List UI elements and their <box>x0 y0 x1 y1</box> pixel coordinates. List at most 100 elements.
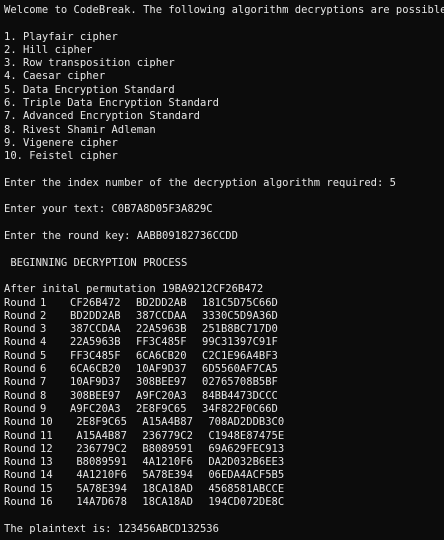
menu-item: 6. Triple Data Encryption Standard <box>4 97 219 110</box>
round-right-value: A9FC20A3 <box>136 389 187 402</box>
round-row: Round 14 4A1210F6 5A78E394 06EDA4ACF5B5 <box>4 469 444 482</box>
round-row: Round 12 236779C2 B8089591 69A629FEC913 <box>4 443 444 456</box>
round-row: Round 1 CF26B472 BD2DD2AB 181C5D75C66D <box>4 297 444 310</box>
round-number: 16 <box>40 495 53 508</box>
round-key-value: C1948E87475E <box>202 429 285 442</box>
round-right-value: 5A78E394 <box>136 469 193 482</box>
welcome-line: Welcome to CodeBreak. The following algo… <box>4 4 444 16</box>
algorithm-menu: 1. Playfair cipher 2. Hill cipher 3. Row… <box>4 31 444 164</box>
round-right-value: 6CA6CB20 <box>136 349 187 362</box>
round-label: Round <box>4 296 36 309</box>
round-right-value: BD2DD2AB <box>136 296 187 309</box>
round-key-value: 708AD2DDB3C0 <box>202 416 285 429</box>
round-right-value: B8089591 <box>136 442 193 455</box>
process-header: BEGINNING DECRYPTION PROCESS <box>4 256 188 269</box>
round-left-value: 387CCDAA <box>70 323 121 336</box>
round-label: Round <box>4 482 36 495</box>
round-number: 1 <box>40 296 47 309</box>
round-label: Round <box>4 349 36 362</box>
round-key-value: 6D5560AF7CA5 <box>202 363 278 376</box>
round-label: Round <box>4 456 36 469</box>
round-row: Round 7 10AF9D37 308BEE97 02765708B5BF <box>4 376 444 389</box>
menu-item: 1. Playfair cipher <box>4 30 118 43</box>
round-right-value: 10AF9D37 <box>136 363 187 376</box>
round-key-value: 84BB4473DCCC <box>202 389 278 402</box>
round-key-value: 06EDA4ACF5B5 <box>202 469 285 482</box>
menu-item: 4. Caesar cipher <box>4 70 106 83</box>
round-left-value: 5A78E394 <box>70 482 127 495</box>
round-number: 12 <box>40 442 53 455</box>
round-left-value: 308BEE97 <box>70 389 121 402</box>
round-row: Round 4 22A5963B FF3C485F 99C31397C91F <box>4 336 444 349</box>
round-row: Round 11 A15A4B87 236779C2 C1948E87475E <box>4 430 444 443</box>
round-number: 4 <box>40 336 47 349</box>
round-label: Round <box>4 469 36 482</box>
round-number: 11 <box>40 429 53 442</box>
menu-item: 8. Rivest Shamir Adleman <box>4 123 156 136</box>
round-key-value: 3330C5D9A36D <box>202 309 278 322</box>
round-row: Round 3 387CCDAA 22A5963B 251B8BC717D0 <box>4 323 444 336</box>
round-row: Round 8 308BEE97 A9FC20A3 84BB4473DCCC <box>4 390 444 403</box>
menu-item: 9. Vigenere cipher <box>4 136 118 149</box>
round-key-value: 02765708B5BF <box>202 376 278 389</box>
rounds-output: Round 1 CF26B472 BD2DD2AB 181C5D75C66D Round 2… <box>4 297 444 510</box>
round-row: Round 9 A9FC20A3 2E8F9C65 34F822F0C66D <box>4 403 444 416</box>
text-prompt: Enter your text: C0B7A8D05F3A829C <box>4 203 213 216</box>
round-left-value: CF26B472 <box>70 296 121 309</box>
menu-item: 2. Hill cipher <box>4 43 93 56</box>
round-right-value: FF3C485F <box>136 336 187 349</box>
round-right-value: A15A4B87 <box>136 416 193 429</box>
round-left-value: 6CA6CB20 <box>70 363 121 376</box>
round-left-value: B8089591 <box>70 456 127 469</box>
round-label: Round <box>4 309 36 322</box>
round-row: Round 15 5A78E394 18CA18AD 4568581ABCCE <box>4 483 444 496</box>
round-row: Round 10 2E8F9C65 A15A4B87 708AD2DDB3C0 <box>4 416 444 429</box>
round-number: 14 <box>40 469 53 482</box>
round-label: Round <box>4 323 36 336</box>
plaintext-line: The plaintext is: 123456ABCD132536 <box>4 522 219 535</box>
round-label: Round <box>4 402 36 415</box>
round-number: 6 <box>40 363 47 376</box>
round-label: Round <box>4 416 36 429</box>
round-row: Round 5 FF3C485F 6CA6CB20 C2C1E96A4BF3 <box>4 350 444 363</box>
round-key-value: 181C5D75C66D <box>202 296 278 309</box>
round-row: Round 13 B8089591 4A1210F6 DA2D032B6EE3 <box>4 456 444 469</box>
round-right-value: 18CA18AD <box>136 495 193 508</box>
round-right-value: 387CCDAA <box>136 309 187 322</box>
round-left-value: 2E8F9C65 <box>70 416 127 429</box>
round-label: Round <box>4 363 36 376</box>
round-number: 5 <box>40 349 47 362</box>
round-number: 13 <box>40 456 53 469</box>
terminal-console[interactable]: Welcome to CodeBreak. The following algo… <box>0 0 444 540</box>
round-number: 15 <box>40 482 53 495</box>
menu-item: 5. Data Encryption Standard <box>4 83 175 96</box>
round-key-value: 34F822F0C66D <box>202 402 278 415</box>
round-key-value: 4568581ABCCE <box>202 482 285 495</box>
round-number: 8 <box>40 389 47 402</box>
round-key-value: 69A629FEC913 <box>202 442 285 455</box>
round-label: Round <box>4 336 36 349</box>
round-left-value: BD2DD2AB <box>70 309 121 322</box>
round-number: 2 <box>40 309 47 322</box>
menu-item: 10. Feistel cipher <box>4 150 118 163</box>
round-left-value: 22A5963B <box>70 336 121 349</box>
round-label: Round <box>4 442 36 455</box>
round-right-value: 236779C2 <box>136 429 193 442</box>
key-prompt: Enter the round key: AABB09182736CCDD <box>4 230 238 243</box>
round-left-value: 10AF9D37 <box>70 376 121 389</box>
round-right-value: 18CA18AD <box>136 482 193 495</box>
round-right-value: 4A1210F6 <box>136 456 193 469</box>
round-label: Round <box>4 389 36 402</box>
round-label: Round <box>4 429 36 442</box>
round-number: 3 <box>40 323 47 336</box>
menu-item: 3. Row transposition cipher <box>4 57 175 70</box>
round-left-value: 236779C2 <box>70 442 127 455</box>
round-left-value: FF3C485F <box>70 349 121 362</box>
round-key-value: C2C1E96A4BF3 <box>202 349 278 362</box>
